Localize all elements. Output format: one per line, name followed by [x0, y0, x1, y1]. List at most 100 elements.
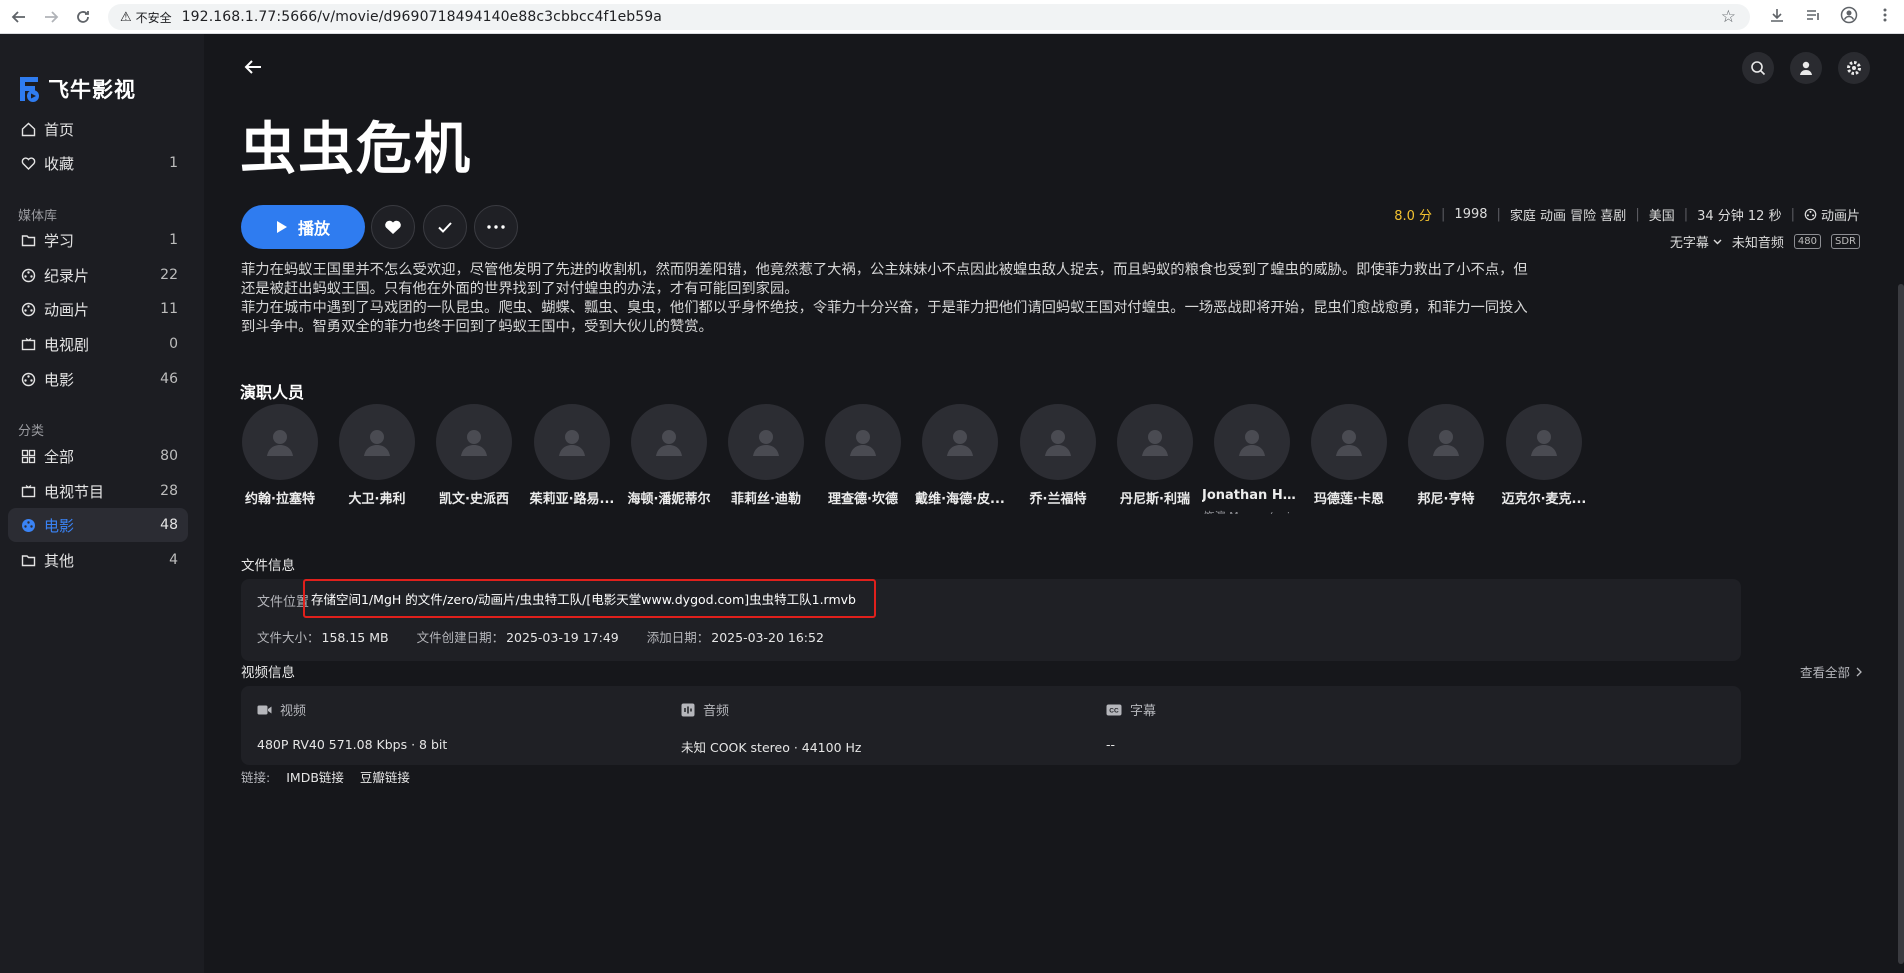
person-placeholder-icon — [1531, 430, 1557, 456]
sidebar-item-other[interactable]: 其他 4 — [8, 543, 188, 577]
mark-watched-button[interactable] — [423, 205, 467, 249]
cast-member[interactable]: 玛德莲·卡恩饰演 Gypsy Mot... — [1299, 404, 1399, 514]
movie-detail-page: 虫虫危机 播放 8.0 分 | 1998 | 家庭 动画 冒险 喜剧 | 美国 … — [204, 34, 1904, 973]
avatar — [1311, 404, 1387, 480]
cast-member[interactable]: 茱莉亚·路易... 饰演 Atta (voice) — [522, 404, 622, 514]
menu-kebab-icon[interactable] — [1874, 4, 1896, 26]
douban-link[interactable]: 豆瓣链接 — [360, 767, 410, 786]
cast-member[interactable]: 约翰·拉塞特导演 — [240, 404, 330, 514]
cast-role: 饰演 Tuck / Ro... — [1494, 512, 1594, 514]
cast-member[interactable]: 海顿·潘妮蒂尔饰演 Dot (voice) — [619, 404, 719, 514]
links-label: 链接: — [241, 770, 271, 785]
subtitle-select[interactable]: 无字幕 — [1670, 232, 1722, 251]
checkmark-icon — [438, 222, 452, 233]
see-all-label: 查看全部 — [1799, 665, 1850, 680]
cast-member[interactable]: 凯文·史派西饰演 Hopper (vo... — [424, 404, 524, 514]
cast-member[interactable]: 理查德·坎德饰演 Molt (voice) — [813, 404, 913, 514]
sidebar-item-count: 1 — [169, 155, 178, 171]
person-placeholder-icon — [267, 430, 293, 456]
sidebar-item-tv-shows[interactable]: 电视节目 28 — [8, 474, 188, 508]
cast-name: 迈克尔·麦克... — [1501, 492, 1587, 507]
audio-value: 未知 COOK stereo · 44100 Hz — [681, 740, 862, 755]
subtitle-label: 字幕 — [1130, 704, 1157, 719]
media-control-icon[interactable] — [1802, 4, 1824, 26]
cast-name: 茱莉亚·路易... — [529, 492, 615, 507]
cast-name: 丹尼斯·利瑞 — [1120, 492, 1190, 507]
cast-member[interactable]: 迈克尔·麦克... 饰演 Tuck / Ro... — [1494, 404, 1594, 514]
browser-toolbar: ⚠ 不安全 192.168.1.77:5666/v/movie/d9690718… — [0, 0, 1904, 34]
bookmark-star-icon[interactable]: ☆ — [1721, 7, 1736, 27]
cast-role: 饰演 Slim (voice) — [910, 512, 1010, 514]
cast-section-title: 演职人员 — [240, 383, 305, 402]
cast-member[interactable]: 丹尼斯·利瑞饰演 Francis (voi... — [1105, 404, 1205, 514]
browser-reload-icon[interactable] — [70, 4, 96, 30]
subtitle-stream-col: CC 字幕 -- — [1106, 700, 1156, 752]
sidebar-item-study[interactable]: 学习 1 — [8, 223, 188, 257]
cast-role: 饰演 Dot (voice) — [619, 512, 719, 514]
page-scrollbar[interactable] — [1898, 284, 1904, 964]
sidebar-item-home[interactable]: 首页 — [8, 112, 188, 146]
sidebar-item-animation[interactable]: 动画片 11 — [8, 292, 188, 326]
cast-member[interactable]: 乔·兰福特饰演 Heimlich / ... — [1008, 404, 1108, 514]
meta-separator: | — [1635, 207, 1640, 222]
sidebar-item-all[interactable]: 全部 80 — [8, 439, 188, 473]
cast-member[interactable]: 菲莉丝·迪勒饰演 Queen (voi... — [716, 404, 816, 514]
avatar — [1408, 404, 1484, 480]
home-icon — [20, 121, 36, 137]
person-placeholder-icon — [656, 430, 682, 456]
cast-member[interactable]: Jonathan Har... 饰演 Manny (voi... — [1202, 404, 1302, 514]
avatar — [825, 404, 901, 480]
cast-role: 饰演 Gypsy Mot... — [1299, 512, 1399, 514]
sidebar-item-movies[interactable]: 电影 48 — [8, 508, 188, 542]
movie-meta-row: 8.0 分 | 1998 | 家庭 动画 冒险 喜剧 | 美国 | 34 分钟 … — [1394, 205, 1860, 224]
video-info-card: 视频 480P RV40 571.08 Kbps · 8 bit 音频 未知 C… — [241, 686, 1741, 765]
video-camera-icon — [257, 705, 272, 714]
sidebar-item-label: 电影 — [44, 370, 75, 389]
cast-member[interactable]: 戴维·海德·皮... 饰演 Slim (voice) — [910, 404, 1010, 514]
sidebar-item-count: 11 — [160, 301, 178, 317]
browser-forward-icon[interactable] — [38, 4, 64, 30]
sidebar-item-tv-series[interactable]: 电视剧 0 — [8, 327, 188, 361]
favorite-button[interactable] — [371, 205, 415, 249]
cast-member[interactable]: 邦尼·亨特饰演 Rosie (voice) — [1396, 404, 1496, 514]
sidebar-item-movies-library[interactable]: 电影 46 — [8, 362, 188, 396]
avatar — [242, 404, 318, 480]
svg-text:CC: CC — [1109, 707, 1119, 714]
logo-icon — [20, 77, 39, 102]
person-placeholder-icon — [947, 430, 973, 456]
app-logo[interactable]: 飞牛影视 — [16, 74, 136, 104]
file-added-field: 添加日期： 2025-03-20 16:52 — [647, 627, 824, 646]
browser-back-icon[interactable] — [6, 4, 32, 30]
download-icon[interactable] — [1766, 4, 1788, 26]
category-section-label: 分类 — [18, 424, 45, 439]
address-bar[interactable]: ⚠ 不安全 192.168.1.77:5666/v/movie/d9690718… — [108, 4, 1750, 30]
sidebar-item-documentary[interactable]: 纪录片 22 — [8, 258, 188, 292]
cast-name: 约翰·拉塞特 — [245, 492, 315, 507]
video-value: 480P RV40 571.08 Kbps · 8 bit — [257, 737, 448, 752]
meta-separator: | — [1790, 207, 1795, 222]
settings-gear-icon[interactable] — [1838, 52, 1870, 84]
library-tag[interactable]: 动画片 — [1804, 205, 1860, 224]
file-size-value: 158.15 MB — [321, 630, 389, 645]
see-all-link[interactable]: 查看全部 — [1800, 662, 1862, 681]
film-reel-icon — [20, 517, 36, 533]
play-button[interactable]: 播放 — [241, 205, 365, 249]
imdb-link[interactable]: IMDB链接 — [286, 767, 344, 786]
more-options-button[interactable] — [474, 205, 518, 249]
profile-icon[interactable] — [1838, 4, 1860, 26]
back-arrow-icon[interactable] — [242, 56, 268, 82]
insecure-indicator[interactable]: ⚠ 不安全 — [120, 9, 172, 26]
url-text[interactable]: 192.168.1.77:5666/v/movie/d9690718494140… — [182, 9, 662, 25]
warning-icon: ⚠ — [120, 9, 132, 25]
file-location-path[interactable]: 存储空间1/MgH 的文件/zero/动画片/虫虫特工队/[电影天堂www.dy… — [303, 579, 876, 618]
file-added-value: 2025-03-20 16:52 — [711, 630, 824, 645]
sidebar-item-favorites[interactable]: 收藏 1 — [8, 146, 188, 180]
cast-name: 大卫·弗利 — [348, 492, 406, 507]
cast-role: 饰演 Atta (voice) — [522, 512, 622, 514]
subtitle-value: -- — [1106, 737, 1116, 752]
cast-role: 导演 — [240, 512, 330, 514]
search-icon[interactable] — [1742, 52, 1774, 84]
user-icon[interactable] — [1790, 52, 1822, 84]
resolution-badge: 480 — [1793, 234, 1821, 249]
cast-member[interactable]: 大卫·弗利饰演 Flik (voice) — [327, 404, 427, 514]
